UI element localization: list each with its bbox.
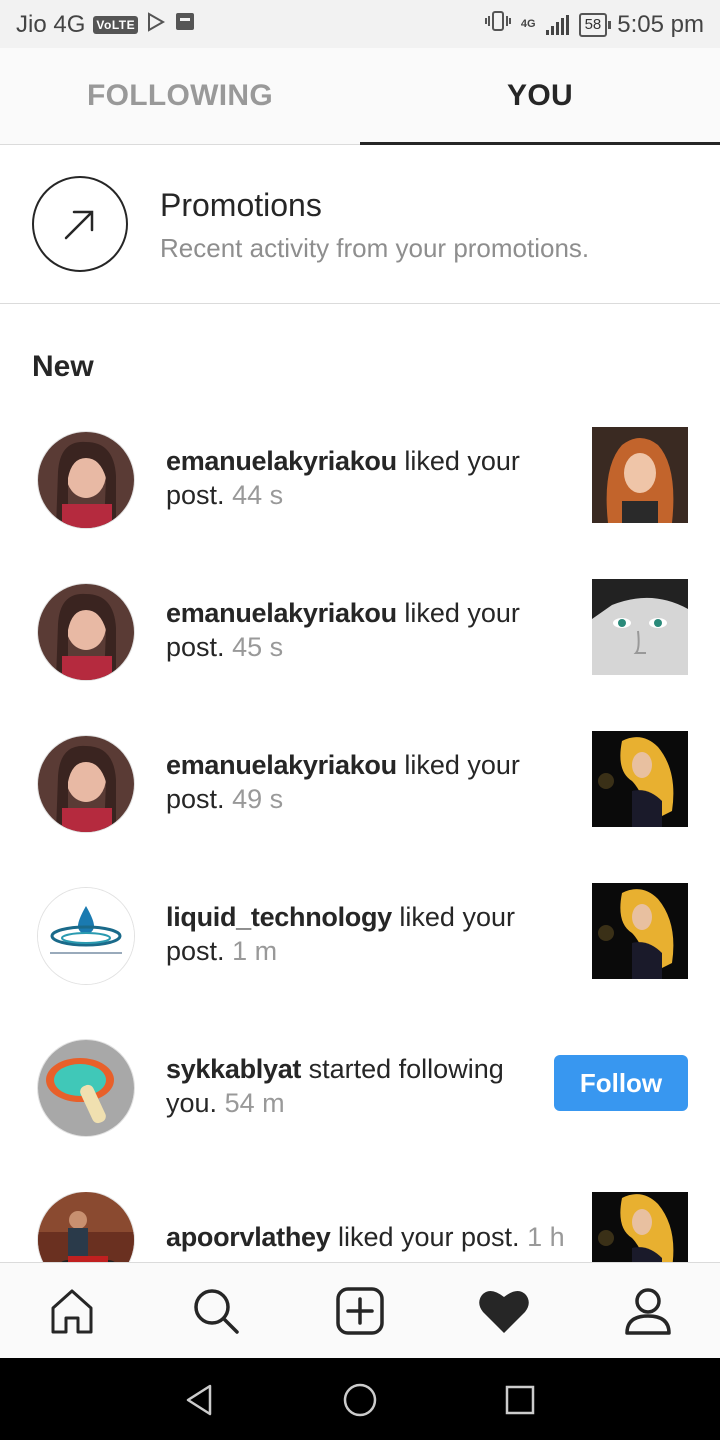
activity-row[interactable]: apoorvlathey liked your post. 1 h xyxy=(0,1192,720,1262)
post-thumbnail[interactable] xyxy=(592,731,688,827)
signal-icon xyxy=(545,14,569,35)
promotions-title: Promotions xyxy=(160,187,322,223)
arrow-up-right-icon xyxy=(32,176,128,272)
activity-row[interactable]: emanuelakyriakou liked your post. 44 s xyxy=(0,427,720,584)
tab-following[interactable]: FOLLOWING xyxy=(0,48,360,144)
post-thumbnail[interactable] xyxy=(592,1192,688,1262)
vibrate-icon xyxy=(484,10,511,39)
bottom-nav xyxy=(0,1262,720,1359)
back-icon[interactable] xyxy=(180,1380,220,1420)
play-store-icon xyxy=(146,11,166,39)
user-avatar[interactable] xyxy=(38,1192,134,1262)
activity-tabs: FOLLOWING YOU xyxy=(0,48,720,145)
timestamp: 49 s xyxy=(232,784,284,814)
status-right: 4G 58 5:05 pm xyxy=(484,10,704,39)
activity-row[interactable]: sykkablyat started following you. 54 m F… xyxy=(0,1040,720,1192)
timestamp: 45 s xyxy=(232,632,284,662)
clock: 5:05 pm xyxy=(617,10,704,38)
username-link[interactable]: emanuelakyriakou xyxy=(166,598,397,628)
activity-row[interactable]: emanuelakyriakou liked your post. 49 s xyxy=(0,731,720,888)
activity-row[interactable]: emanuelakyriakou liked your post. 45 s xyxy=(0,579,720,736)
activity-text: sykkablyat started following you. 54 m xyxy=(166,1054,504,1118)
notification-app-icon xyxy=(174,10,196,39)
activity-text: emanuelakyriakou liked your post. 49 s xyxy=(166,750,520,814)
user-avatar[interactable] xyxy=(38,1040,134,1136)
timestamp: 54 m xyxy=(224,1088,285,1118)
user-avatar[interactable] xyxy=(38,736,134,832)
follow-button[interactable]: Follow xyxy=(554,1055,688,1111)
network-type-icon: 4G xyxy=(520,18,536,30)
android-navigation-bar xyxy=(0,1358,720,1440)
user-avatar[interactable] xyxy=(38,432,134,528)
promotions-row[interactable]: Promotions Recent activity from your pro… xyxy=(0,145,720,304)
home-icon[interactable] xyxy=(32,1271,112,1351)
recents-icon[interactable] xyxy=(500,1380,540,1420)
heart-icon[interactable] xyxy=(464,1271,544,1351)
username-link[interactable]: emanuelakyriakou xyxy=(166,750,397,780)
home-circle-icon[interactable] xyxy=(340,1380,380,1420)
section-title-new: New xyxy=(32,350,94,383)
activity-text: liquid_technology liked your post. 1 m xyxy=(166,902,515,966)
battery-icon: 58 xyxy=(578,12,611,37)
activity-row[interactable]: liquid_technology liked your post. 1 m xyxy=(0,883,720,1040)
activity-text: emanuelakyriakou liked your post. 44 s xyxy=(166,446,520,510)
post-thumbnail[interactable] xyxy=(592,883,688,979)
promotions-subtitle: Recent activity from your promotions. xyxy=(160,233,590,263)
profile-icon[interactable] xyxy=(608,1271,688,1351)
username-link[interactable]: liquid_technology xyxy=(166,902,392,932)
timestamp: 1 m xyxy=(232,936,278,966)
status-bar: Jio 4G VoLTE 4G 58 5:05 pm xyxy=(0,0,720,48)
timestamp: 44 s xyxy=(232,480,284,510)
search-icon[interactable] xyxy=(176,1271,256,1351)
activity-text: apoorvlathey liked your post. 1 h xyxy=(166,1222,565,1252)
carrier-label: Jio 4G xyxy=(16,10,86,38)
new-post-icon[interactable] xyxy=(320,1271,400,1351)
user-avatar[interactable] xyxy=(38,584,134,680)
username-link[interactable]: emanuelakyriakou xyxy=(166,446,397,476)
post-thumbnail[interactable] xyxy=(592,427,688,523)
timestamp: 1 h xyxy=(527,1222,565,1252)
user-avatar[interactable] xyxy=(38,888,134,984)
username-link[interactable]: apoorvlathey xyxy=(166,1222,331,1252)
post-thumbnail[interactable] xyxy=(592,579,688,675)
activity-text: emanuelakyriakou liked your post. 45 s xyxy=(166,598,520,662)
username-link[interactable]: sykkablyat xyxy=(166,1054,301,1084)
volte-icon: VoLTE xyxy=(93,15,139,34)
status-left: Jio 4G VoLTE xyxy=(16,10,196,39)
tab-you[interactable]: YOU xyxy=(360,48,720,145)
